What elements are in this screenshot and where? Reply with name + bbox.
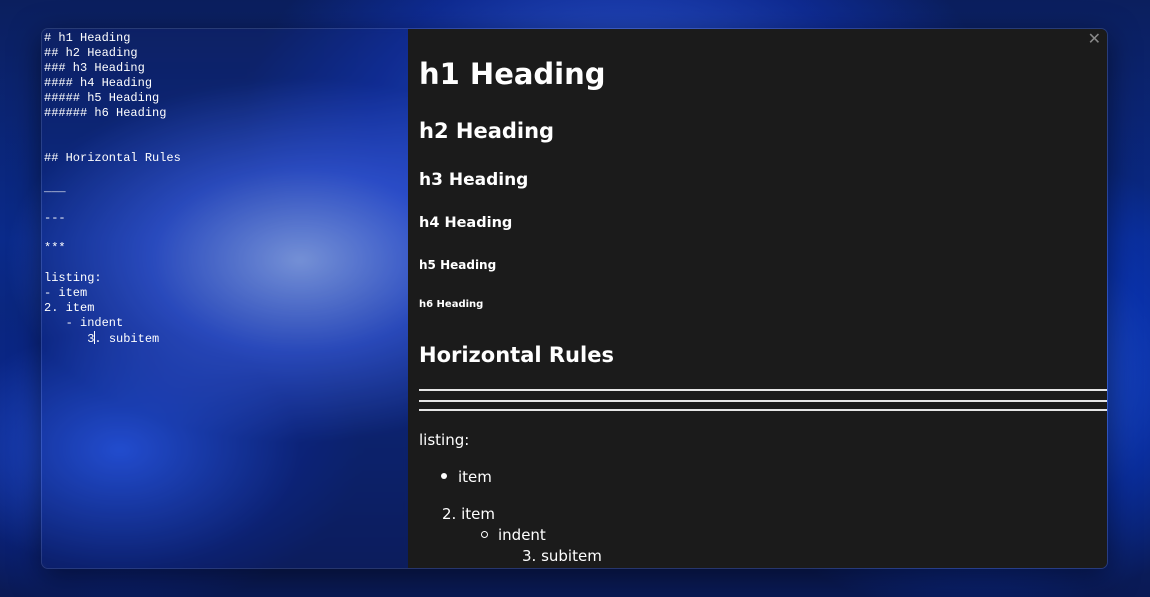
line-13: --- bbox=[44, 211, 66, 225]
preview-h2: h2 Heading bbox=[419, 119, 555, 143]
line-6: ###### h6 Heading bbox=[44, 106, 167, 120]
list-item-numbered: 2. item bbox=[442, 505, 495, 523]
line-21: 3 bbox=[44, 332, 95, 346]
markdown-editor-window: # h1 Heading ## h2 Heading ### h3 Headin… bbox=[41, 28, 1108, 569]
list-item-bullet: item bbox=[458, 468, 492, 486]
line-1: # h1 Heading bbox=[44, 31, 131, 45]
markdown-source-editor[interactable]: # h1 Heading ## h2 Heading ### h3 Headin… bbox=[42, 29, 408, 568]
line-17: listing: bbox=[44, 271, 102, 285]
list-item-subitem: 3. subitem bbox=[522, 547, 602, 565]
line-5: ##### h5 Heading bbox=[44, 91, 160, 105]
preview-h3: h3 Heading bbox=[419, 170, 529, 190]
horizontal-rule bbox=[419, 409, 1107, 411]
bullet-circle-icon bbox=[481, 531, 488, 538]
line-15: *** bbox=[44, 241, 66, 255]
line-20: - indent bbox=[44, 316, 124, 330]
line-21-rest: . subitem bbox=[94, 332, 160, 346]
preview-h6: h6 Heading bbox=[419, 299, 484, 310]
preview-h4: h4 Heading bbox=[419, 215, 513, 231]
line-19: 2. item bbox=[44, 301, 95, 315]
horizontal-rule bbox=[419, 400, 1107, 402]
preview-section-heading: Horizontal Rules bbox=[419, 343, 614, 367]
line-9: ## Horizontal Rules bbox=[44, 151, 181, 165]
list-item-indent: indent bbox=[498, 526, 546, 544]
listing-label: listing: bbox=[419, 431, 470, 449]
bullet-dot-icon bbox=[441, 473, 447, 479]
markdown-preview-pane: ✕ h1 Heading h2 Heading h3 Heading h4 He… bbox=[408, 29, 1107, 568]
preview-h5: h5 Heading bbox=[419, 258, 497, 272]
line-11: ___ bbox=[44, 181, 66, 195]
line-4: #### h4 Heading bbox=[44, 76, 153, 90]
horizontal-rule bbox=[419, 389, 1107, 391]
close-icon[interactable]: ✕ bbox=[1088, 31, 1101, 47]
source-text[interactable]: # h1 Heading ## h2 Heading ### h3 Headin… bbox=[42, 29, 408, 347]
line-2: ## h2 Heading bbox=[44, 46, 138, 60]
line-3: ### h3 Heading bbox=[44, 61, 145, 75]
line-18: - item bbox=[44, 286, 88, 300]
preview-h1: h1 Heading bbox=[419, 57, 606, 91]
